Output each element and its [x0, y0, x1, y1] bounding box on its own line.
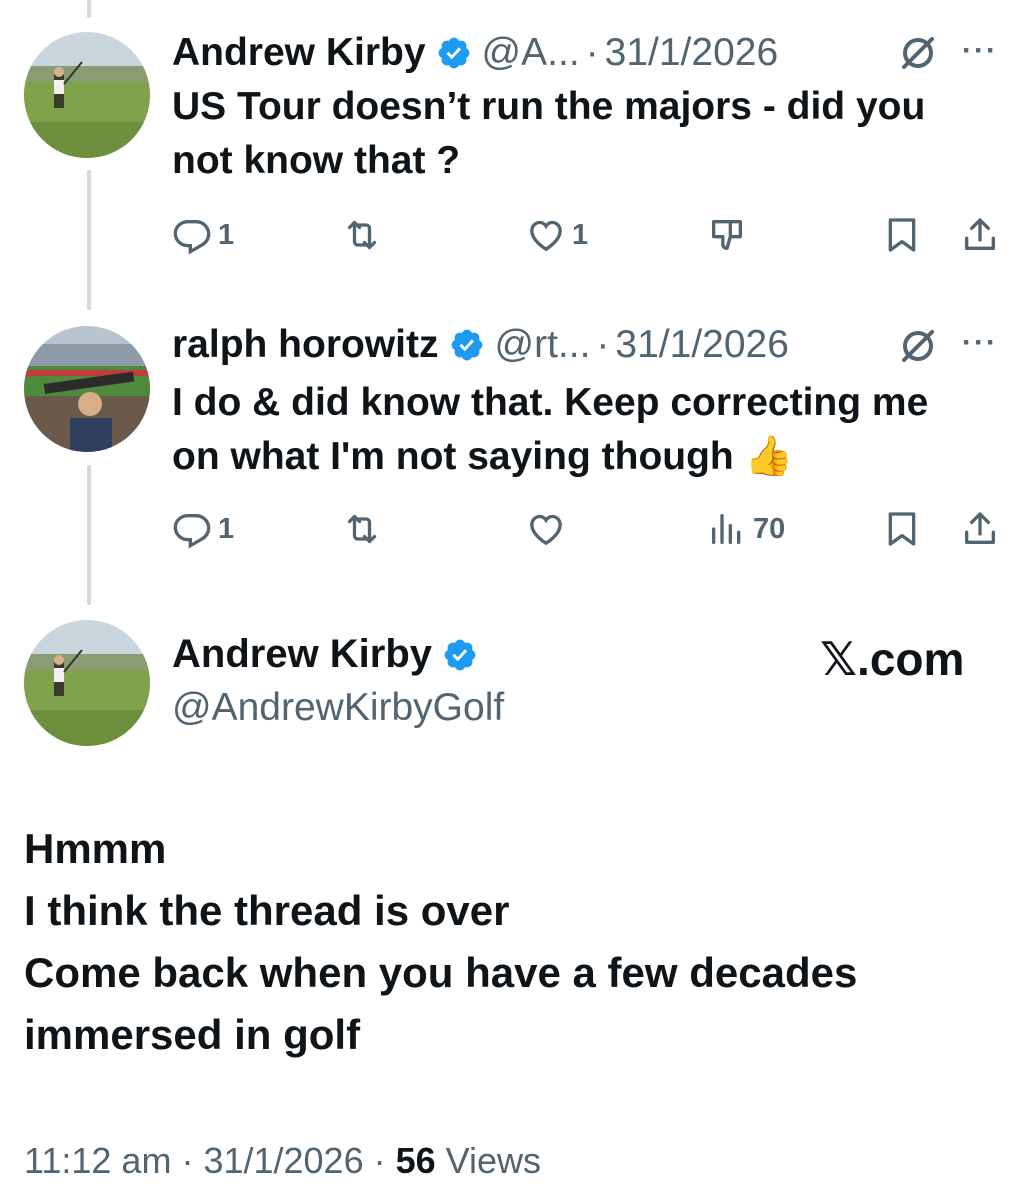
share-button[interactable] [960, 506, 1000, 552]
bookmark-icon [888, 218, 916, 252]
reply2-date[interactable]: 31/1/2026 [615, 323, 789, 367]
meta-separator: · [363, 1140, 396, 1181]
repost-button[interactable] [342, 506, 388, 552]
main-author-row: Andrew Kirby [172, 632, 488, 677]
more-options-icon[interactable]: ··· [962, 34, 998, 68]
dislike-button[interactable] [707, 212, 747, 258]
repost-icon [347, 220, 377, 250]
main-text-line: Come back when you have a few decades [24, 949, 858, 996]
reply-count: 1 [218, 512, 235, 545]
bookmark-button[interactable] [882, 506, 922, 552]
reply1-date[interactable]: 31/1/2026 [605, 31, 779, 75]
tweet-date[interactable]: 31/1/2026 [203, 1140, 363, 1181]
views-button[interactable]: 70 [707, 506, 785, 552]
reply2-handle[interactable]: @rt... [495, 323, 591, 367]
reply1-actions: 1 1 [172, 212, 1034, 258]
reply2-text: I do & did know that. Keep correcting me… [172, 381, 929, 478]
grok-icon[interactable] [898, 33, 938, 73]
share-icon [965, 512, 995, 544]
reply-button[interactable]: 1 [172, 212, 234, 258]
views-count: 56 [395, 1140, 436, 1181]
avatar-ralph-horowitz[interactable] [24, 326, 150, 452]
views-count: 70 [753, 512, 786, 545]
thread-line-top [87, 0, 91, 18]
reply2-actions: 1 70 [172, 506, 1034, 552]
main-handle[interactable]: @AndrewKirbyGolf [172, 686, 504, 730]
reply2-separator: · [596, 323, 610, 366]
tweet-meta: 11:12 am · 31/1/2026 · 56 Views [24, 1140, 541, 1182]
reply2-header: ralph horowitz @rt... · 31/1/2026 [172, 320, 789, 370]
repost-icon [347, 514, 377, 544]
share-icon [965, 218, 995, 250]
x-com-watermark: 𝕏.com [820, 633, 965, 685]
like-icon [530, 514, 562, 546]
reply-count: 1 [218, 218, 235, 251]
thread-line-bottom [87, 465, 91, 605]
reply1-separator: · [585, 31, 599, 74]
verified-badge-icon [449, 327, 485, 363]
main-text-line: I think the thread is over [24, 887, 510, 934]
like-button[interactable]: 1 [526, 212, 588, 258]
reply-icon [173, 220, 211, 255]
reply1-author-name[interactable]: Andrew Kirby [172, 31, 426, 75]
like-button[interactable] [526, 506, 572, 552]
avatar-andrew-kirby-main[interactable] [24, 620, 150, 746]
tweet-time[interactable]: 11:12 am [24, 1140, 171, 1181]
reply1-text: US Tour doesn’t run the majors - did you… [172, 85, 926, 182]
dislike-icon [712, 220, 742, 250]
main-author-name[interactable]: Andrew Kirby [172, 632, 432, 677]
reply1-header: Andrew Kirby @A... · 31/1/2026 [172, 28, 778, 78]
like-count: 1 [572, 218, 589, 251]
bookmark-icon [888, 512, 916, 546]
views-icon [712, 514, 741, 544]
meta-separator: · [171, 1140, 204, 1181]
verified-badge-icon [436, 35, 472, 71]
reply-button[interactable]: 1 [172, 506, 234, 552]
thread-line-middle [87, 170, 91, 310]
avatar-andrew-kirby[interactable] [24, 32, 150, 158]
reply1-handle[interactable]: @A... [482, 31, 580, 75]
like-icon [530, 220, 562, 252]
reply-icon [173, 514, 211, 549]
reply2-author-name[interactable]: ralph horowitz [172, 323, 439, 367]
grok-icon[interactable] [898, 326, 938, 366]
bookmark-button[interactable] [882, 212, 922, 258]
repost-button[interactable] [342, 212, 388, 258]
share-button[interactable] [960, 212, 1000, 258]
verified-badge-icon [442, 637, 478, 673]
main-tweet-text: Hmmm I think the thread is over Come bac… [24, 818, 1014, 1066]
views-label: Views [435, 1140, 542, 1181]
more-options-icon[interactable]: ··· [962, 326, 998, 360]
main-text-line: immersed in golf [24, 1011, 361, 1058]
main-text-line: Hmmm [24, 825, 167, 872]
